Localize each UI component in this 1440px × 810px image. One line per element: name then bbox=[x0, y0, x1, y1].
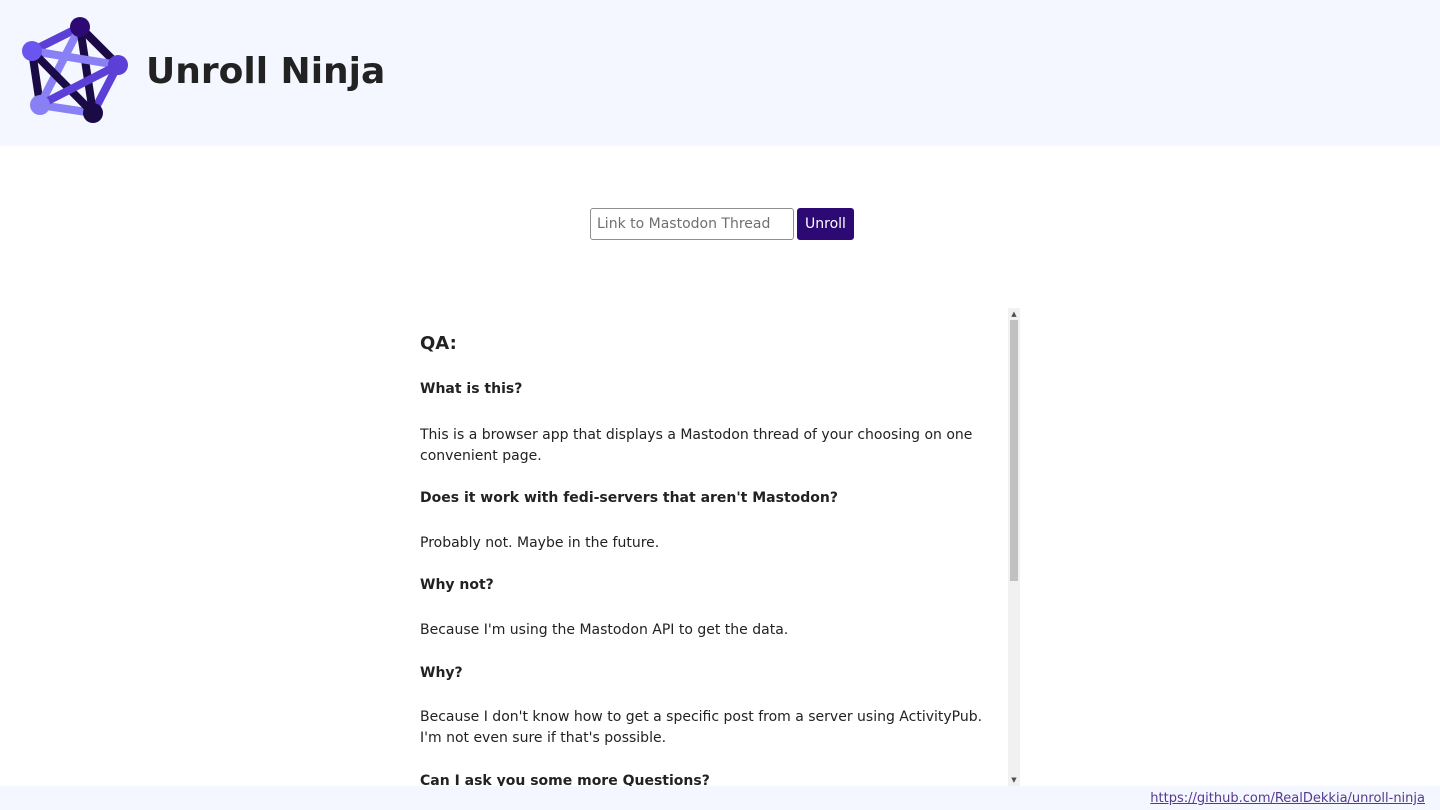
qa-question: Does it work with fedi-servers that aren… bbox=[420, 490, 838, 506]
qa-content-panel[interactable]: QA: What is this? This is a browser app … bbox=[420, 308, 1020, 786]
qa-question: Can I ask you some more Questions? bbox=[420, 773, 710, 786]
github-link[interactable]: https://github.com/RealDekkia/unroll-nin… bbox=[1150, 790, 1425, 808]
qa-answer: Because I don't know how to get a specif… bbox=[420, 709, 983, 746]
qa-answer: This is a browser app that displays a Ma… bbox=[420, 427, 973, 464]
qa-question: What is this? bbox=[420, 381, 523, 397]
scroll-down-arrow-icon[interactable]: ▼ bbox=[1008, 774, 1020, 786]
qa-question: Why? bbox=[420, 665, 463, 681]
thread-url-input[interactable] bbox=[590, 208, 794, 240]
qa-answer: Probably not. Maybe in the future. bbox=[420, 535, 660, 551]
scroll-thumb[interactable] bbox=[1010, 320, 1018, 581]
content-scrollbar[interactable]: ▲ ▼ bbox=[1008, 308, 1020, 786]
network-pentagon-icon bbox=[22, 17, 128, 123]
site-footer: https://github.com/RealDekkia/unroll-nin… bbox=[0, 786, 1440, 810]
unroll-button[interactable]: Unroll bbox=[797, 208, 854, 240]
qa-heading: QA: bbox=[420, 333, 457, 354]
qa-answer: Because I'm using the Mastodon API to ge… bbox=[420, 622, 789, 638]
qa-question: Why not? bbox=[420, 577, 494, 593]
site-title: Unroll Ninja bbox=[146, 51, 386, 92]
site-header: Unroll Ninja bbox=[0, 0, 1440, 146]
scroll-up-arrow-icon[interactable]: ▲ bbox=[1008, 308, 1020, 320]
unroll-form: Unroll bbox=[590, 208, 854, 240]
